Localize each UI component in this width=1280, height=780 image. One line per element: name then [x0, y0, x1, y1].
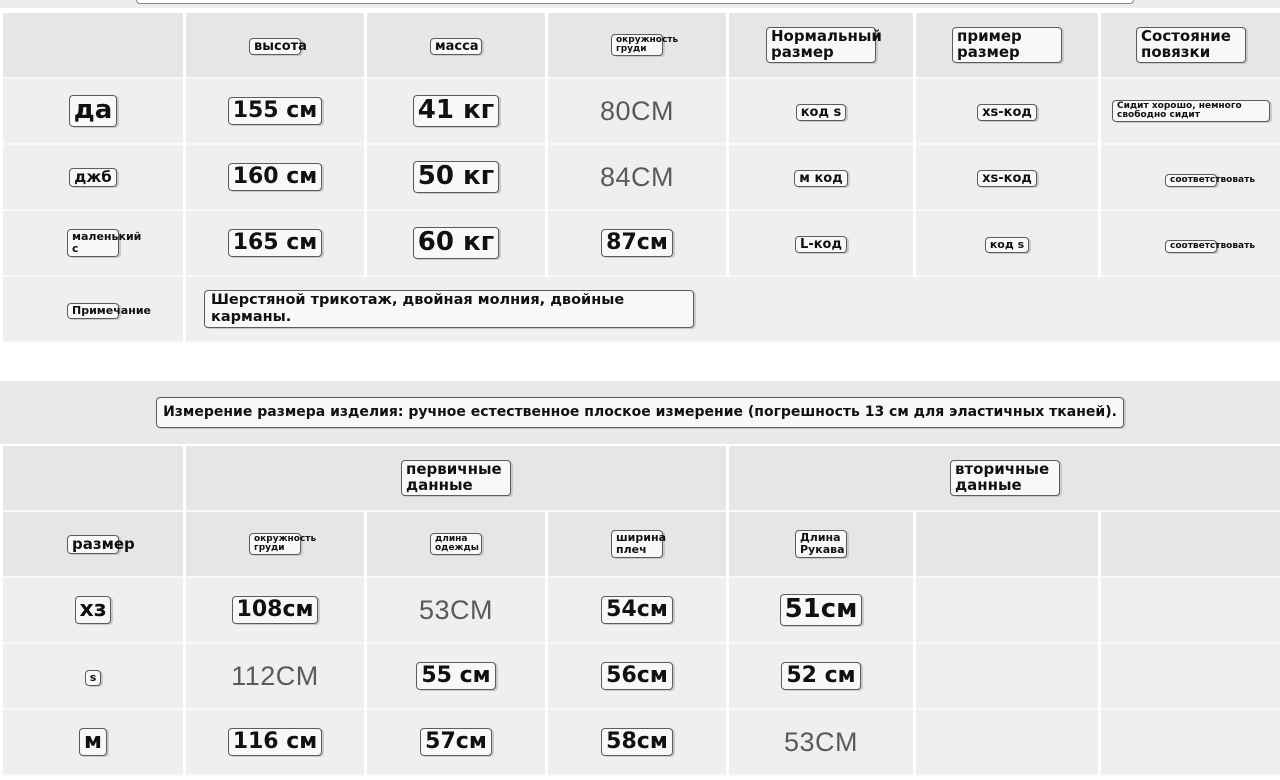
cell-weight: 50 кг: [367, 145, 545, 211]
section-gap: [0, 347, 1280, 381]
cell-fit: Сидит хорошо, немного свободно сидит: [1101, 79, 1280, 145]
cell-length: 55 см: [367, 644, 545, 710]
cell-sleeve: 51см: [729, 578, 913, 644]
row-label: джб: [3, 145, 183, 211]
cell-sample-size: код s: [916, 211, 1098, 277]
cell-shoulder: 58см: [548, 710, 726, 776]
cell-chest: 116 см: [186, 710, 364, 776]
measurement-banner-text: Измерение размера изделия: ручное естест…: [156, 397, 1124, 428]
cell-sample-size: xs-код: [916, 145, 1098, 211]
cell-fit: соответствовать: [1101, 211, 1280, 277]
header-sleeve: Длина Рукава: [729, 512, 913, 578]
cell-height: 160 см: [186, 145, 364, 211]
top-edge-strip: [0, 0, 1280, 8]
table-row: джб 160 см 50 кг 84CM м код xs-код соотв…: [3, 145, 1280, 211]
row-label: маленький с: [3, 211, 183, 277]
table-header-row: высота масса окружность груди Нормальный…: [3, 13, 1280, 79]
cell-weight: 41 кг: [367, 79, 545, 145]
table-row: хз 108см 53CM 54см 51см: [3, 578, 1280, 644]
size-chart-page: высота масса окружность груди Нормальный…: [0, 0, 1280, 780]
cell-length: 57см: [367, 710, 545, 776]
cell-chest: 108см: [186, 578, 364, 644]
cell-chest: 87см: [548, 211, 726, 277]
cell-normal-size: L-код: [729, 211, 913, 277]
cell-weight: 60 кг: [367, 211, 545, 277]
cell-normal-size: м код: [729, 145, 913, 211]
table-header-row: размер окружность груди длина одежды шир…: [3, 512, 1280, 578]
cell-height: 155 см: [186, 79, 364, 145]
cell-sample-size: xs-код: [916, 79, 1098, 145]
cell-empty: [1101, 644, 1280, 710]
header-empty-5: [916, 512, 1098, 578]
cell-empty: [916, 710, 1098, 776]
cell-shoulder: 56см: [548, 644, 726, 710]
cell-length: 53CM: [367, 578, 545, 644]
body-size-table: высота масса окружность груди Нормальный…: [0, 13, 1280, 343]
cell-height: 165 см: [186, 211, 364, 277]
cell-fit: соответствовать: [1101, 145, 1280, 211]
cell-chest: 112CM: [186, 644, 364, 710]
header-sample-size: пример размер: [916, 13, 1098, 79]
header-size: размер: [3, 512, 183, 578]
row-label: да: [3, 79, 183, 145]
table-row: s 112CM 55 см 56см 52 см: [3, 644, 1280, 710]
cell-shoulder: 54см: [548, 578, 726, 644]
cell-chest: 84CM: [548, 145, 726, 211]
cut-off-caption: [136, 0, 1134, 4]
cell-chest: 80CM: [548, 79, 726, 145]
cell-empty: [1101, 578, 1280, 644]
table-row-note: Примечание Шерстяной трикотаж, двойная м…: [3, 277, 1280, 343]
header-shoulder: ширина плеч: [548, 512, 726, 578]
header-normal-size: Нормальный размер: [729, 13, 913, 79]
group-empty-cell: [3, 446, 183, 512]
header-height: высота: [186, 13, 364, 79]
note-label-cell: Примечание: [3, 277, 183, 343]
header-empty-6: [1101, 512, 1280, 578]
row-size: s: [3, 644, 183, 710]
garment-measure-table: первичные данные вторичные данные размер…: [0, 446, 1280, 776]
table-row: да 155 см 41 кг 80CM код s xs-код Сидит …: [3, 79, 1280, 145]
header-length: длина одежды: [367, 512, 545, 578]
row-size: хз: [3, 578, 183, 644]
cell-empty: [916, 578, 1098, 644]
cell-empty: [1101, 710, 1280, 776]
cell-sleeve: 52 см: [729, 644, 913, 710]
header-chest: окружность груди: [548, 13, 726, 79]
row-size: м: [3, 710, 183, 776]
cell-sleeve: 53CM: [729, 710, 913, 776]
header-fit-state: Состояние повязки: [1101, 13, 1280, 79]
header-chest: окружность груди: [186, 512, 364, 578]
group-secondary: вторичные данные: [729, 446, 1280, 512]
header-weight: масса: [367, 13, 545, 79]
group-primary: первичные данные: [186, 446, 726, 512]
group-header-row: первичные данные вторичные данные: [3, 446, 1280, 512]
measurement-banner: Измерение размера изделия: ручное естест…: [0, 381, 1280, 444]
cell-normal-size: код s: [729, 79, 913, 145]
table-row: маленький с 165 см 60 кг 87см L-код код …: [3, 211, 1280, 277]
note-text-cell: Шерстяной трикотаж, двойная молния, двой…: [186, 277, 1280, 343]
header-empty-cell: [3, 13, 183, 79]
cell-empty: [916, 644, 1098, 710]
table-row: м 116 см 57см 58см 53CM: [3, 710, 1280, 776]
